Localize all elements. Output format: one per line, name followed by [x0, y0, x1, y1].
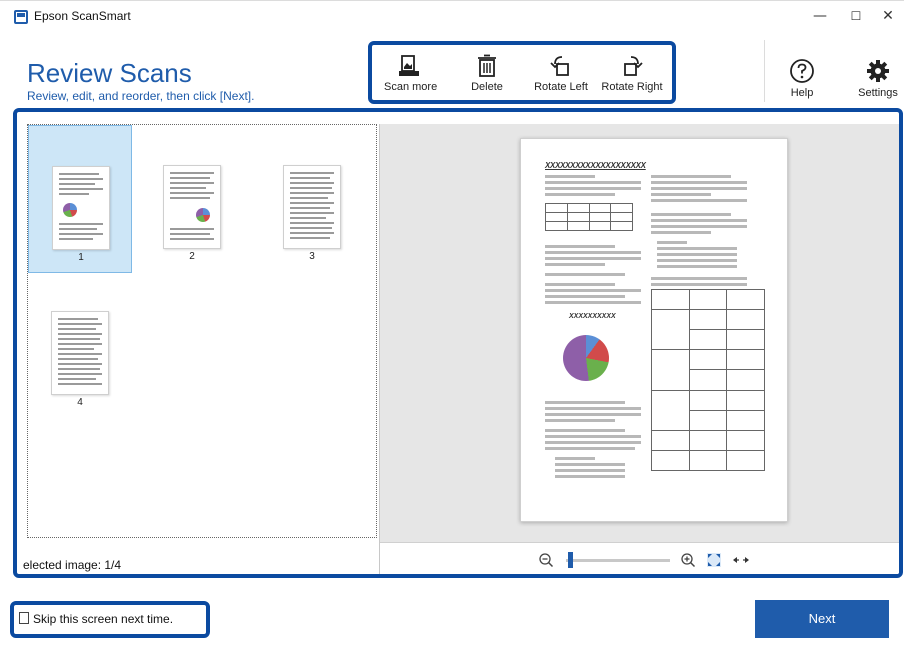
page-title: Review Scans	[27, 58, 192, 88]
help-icon	[790, 59, 814, 83]
rotate-left-icon	[550, 56, 569, 76]
fit-width-icon[interactable]	[732, 554, 750, 566]
toolbar-separator	[764, 40, 765, 102]
rotate-right-button[interactable]: Rotate Right	[600, 54, 664, 100]
page-thumbnail-image	[52, 166, 110, 250]
document-pie-chart	[563, 335, 609, 381]
fit-to-window-icon[interactable]	[706, 552, 722, 568]
scan-more-button[interactable]: Scan more	[384, 54, 438, 100]
minimize-button[interactable]: —	[806, 5, 834, 27]
skip-checkbox-label[interactable]: Skip this screen next time.	[33, 612, 173, 626]
rotate-right-icon	[624, 56, 643, 76]
review-area: 1 2 3 4 elected image: 1/4 XXXXXXXXXXXXX…	[13, 108, 903, 578]
document-heading: XXXXXXXXXXXXXXXXXXXX	[545, 161, 646, 170]
window-title: Epson ScanSmart	[34, 9, 131, 23]
document-large-table	[651, 288, 765, 472]
scan-more-icon	[399, 55, 419, 76]
help-label: Help	[790, 87, 814, 99]
delete-button[interactable]: Delete	[466, 54, 508, 100]
settings-button[interactable]: Settings	[856, 58, 900, 104]
selected-image-status: elected image: 1/4	[23, 558, 122, 572]
rotate-right-label: Rotate Right	[601, 81, 663, 93]
document-preview: XXXXXXXXXXXXXXXXXXXX XXXXXXXXXX	[520, 138, 788, 522]
page-thumbnail-image	[163, 165, 221, 249]
document-small-table	[545, 203, 633, 231]
title-bar: Epson ScanSmart — ☐ ✕	[0, 0, 904, 30]
thumbnail-page-1[interactable]: 1	[28, 125, 132, 273]
thumbnail-page-2[interactable]: 2	[140, 125, 244, 273]
thumbnail-number: 2	[189, 251, 195, 262]
delete-label: Delete	[471, 81, 503, 93]
close-button[interactable]: ✕	[874, 5, 902, 27]
zoom-in-icon[interactable]	[680, 552, 696, 568]
thumbnail-number: 1	[78, 252, 84, 263]
scan-more-label: Scan more	[384, 81, 438, 93]
zoom-out-icon[interactable]	[538, 552, 554, 568]
epson-app-icon	[14, 10, 28, 24]
zoom-slider-thumb[interactable]	[568, 552, 573, 568]
zoom-slider-track[interactable]	[566, 559, 670, 562]
skip-checkbox[interactable]	[19, 612, 29, 624]
pie-chart-title: XXXXXXXXXX	[569, 313, 616, 320]
page-thumbnail-image	[283, 165, 341, 249]
thumbnail-list[interactable]: 1 2 3 4	[27, 124, 377, 538]
trash-icon	[478, 54, 496, 77]
preview-pane[interactable]: XXXXXXXXXXXXXXXXXXXX XXXXXXXXXX	[380, 124, 899, 542]
next-button[interactable]: Next	[755, 600, 889, 638]
gear-icon	[867, 60, 889, 82]
zoom-toolbar	[380, 542, 899, 574]
help-button[interactable]: Help	[786, 58, 818, 104]
maximize-button[interactable]: ☐	[842, 5, 870, 27]
rotate-left-label: Rotate Left	[534, 81, 588, 93]
page-subtitle: Review, edit, and reorder, then click [N…	[27, 89, 255, 103]
thumbnail-number: 4	[77, 397, 83, 408]
thumbnail-page-3[interactable]: 3	[260, 125, 364, 273]
rotate-left-button[interactable]: Rotate Left	[530, 54, 592, 100]
settings-label: Settings	[858, 87, 898, 99]
thumbnail-page-4[interactable]: 4	[28, 271, 132, 419]
page-thumbnail-image	[51, 311, 109, 395]
thumbnail-number: 3	[309, 251, 315, 262]
